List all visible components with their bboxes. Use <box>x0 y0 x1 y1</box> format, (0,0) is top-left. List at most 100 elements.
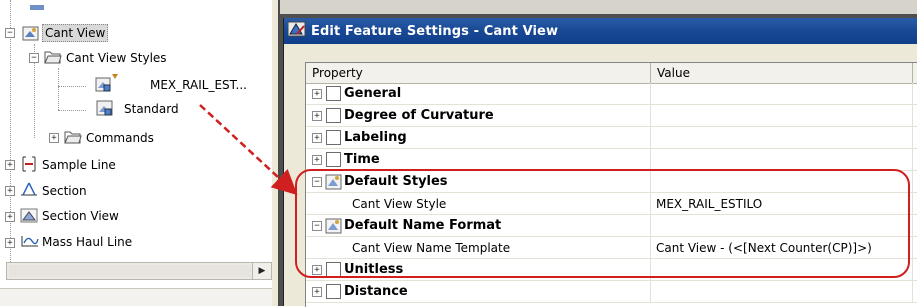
document-icon <box>326 262 341 277</box>
tree-bottom-strip <box>0 288 278 306</box>
cant-view-icon <box>30 0 46 14</box>
cant-view-icon <box>22 24 40 45</box>
column-divider <box>650 171 651 193</box>
column-divider <box>912 83 913 105</box>
property-label: Cant View Style <box>352 197 447 211</box>
mass-haul-icon <box>20 232 40 253</box>
document-icon <box>326 284 341 299</box>
section-view-icon <box>20 206 38 227</box>
expand-icon[interactable]: + <box>5 212 15 222</box>
expand-icon[interactable]: + <box>49 133 59 143</box>
column-divider <box>650 193 651 215</box>
tree-item-label: Section <box>42 184 87 198</box>
dialog-title: Edit Feature Settings - Cant View <box>311 23 559 39</box>
column-divider <box>650 83 651 105</box>
category-label: Degree of Curvature <box>344 108 494 123</box>
scrollbar-thumb[interactable] <box>9 265 251 277</box>
column-header-extra[interactable] <box>913 63 917 83</box>
category-row-distance[interactable]: + Distance <box>306 281 917 303</box>
tree-item-section[interactable]: Section <box>40 181 89 201</box>
property-value[interactable]: MEX_RAIL_ESTILO <box>656 197 762 211</box>
collapse-icon[interactable]: − <box>312 221 322 231</box>
property-row-cant-view-name-template[interactable]: Cant View Name Template Cant View - (<[N… <box>306 237 917 259</box>
column-divider <box>650 105 651 127</box>
column-divider <box>912 237 913 259</box>
category-label: Unitless <box>344 262 404 277</box>
expand-icon[interactable]: + <box>312 265 322 275</box>
property-row-cant-view-style[interactable]: Cant View Style MEX_RAIL_ESTILO <box>306 193 917 215</box>
section-icon <box>20 181 38 202</box>
collapse-icon[interactable]: − <box>5 28 15 38</box>
expand-icon[interactable]: + <box>5 238 15 248</box>
column-divider <box>650 237 651 259</box>
property-value[interactable]: Cant View - (<[Next Counter(CP)]>) <box>656 241 872 255</box>
collapse-icon[interactable]: − <box>29 53 39 63</box>
tree-item-standard[interactable]: Standard <box>122 99 181 119</box>
category-row-degree-of-curvature[interactable]: + Degree of Curvature <box>306 105 917 127</box>
tree-item-cant-view-styles[interactable]: Cant View Styles <box>64 48 169 68</box>
column-header-value[interactable]: Value <box>651 63 913 83</box>
document-icon <box>326 130 341 145</box>
column-divider <box>912 193 913 215</box>
column-divider <box>650 259 651 281</box>
tree-item-section-view[interactable]: Section View <box>40 206 121 226</box>
category-row-default-name-format[interactable]: − Default Name Format <box>306 215 917 237</box>
category-label: Distance <box>344 284 408 299</box>
sample-line-icon <box>20 155 38 176</box>
tree-item-label: Sample Line <box>42 158 116 172</box>
category-row-default-styles[interactable]: − Default Styles <box>306 171 917 193</box>
category-row-general[interactable]: + General <box>306 83 917 105</box>
column-divider <box>912 105 913 127</box>
tree-item-mex-rail-estilo[interactable]: MEX_RAIL_EST... <box>148 75 249 95</box>
column-divider <box>650 281 651 303</box>
expand-icon[interactable]: + <box>312 89 322 99</box>
column-header-property[interactable]: Property <box>306 63 651 83</box>
edit-feature-settings-dialog: Edit Feature Settings - Cant View Proper… <box>283 18 917 307</box>
tree-item-label: Cant View <box>42 24 109 42</box>
category-row-unitless[interactable]: + Unitless <box>306 259 917 281</box>
document-icon <box>326 152 341 167</box>
folder-icon <box>64 129 82 148</box>
style-sheet-icon <box>325 217 343 237</box>
app-icon <box>287 21 306 41</box>
expand-icon[interactable]: + <box>312 133 322 143</box>
grid-header: Property Value <box>306 63 917 84</box>
category-label: Labeling <box>344 130 407 145</box>
column-divider <box>912 259 913 281</box>
tree-line <box>58 86 86 87</box>
tree-item-sample-line[interactable]: Sample Line <box>40 155 118 175</box>
document-icon <box>326 86 341 101</box>
tree-line <box>10 0 11 262</box>
prospector-tree: − Cant View − Cant View Styles MEX_RAIL_… <box>0 0 278 306</box>
column-divider <box>650 127 651 149</box>
tree-item-label: Commands <box>86 131 154 145</box>
column-divider <box>650 149 651 171</box>
category-row-time[interactable]: + Time <box>306 149 917 171</box>
expand-icon[interactable]: + <box>312 155 322 165</box>
scroll-right-icon[interactable]: ▶ <box>252 263 271 279</box>
column-divider <box>912 215 913 237</box>
category-label: Default Name Format <box>344 218 502 233</box>
style-icon <box>96 99 116 120</box>
tree-horizontal-scrollbar[interactable]: ▶ <box>6 262 272 280</box>
tree-line <box>58 110 86 111</box>
expand-icon[interactable]: + <box>5 186 15 196</box>
expand-icon[interactable]: + <box>5 160 15 170</box>
property-grid: Property Value + General + Degree of Cur… <box>305 62 917 307</box>
tree-item-label: MEX_RAIL_EST... <box>150 78 247 92</box>
category-label: Default Styles <box>344 174 448 189</box>
expand-icon[interactable]: + <box>312 287 322 297</box>
folder-icon <box>44 49 62 68</box>
tree-item-commands[interactable]: Commands <box>84 128 156 148</box>
category-row-labeling[interactable]: + Labeling <box>306 127 917 149</box>
column-divider <box>912 281 913 303</box>
tree-item-label: Mass Haul Line <box>42 235 133 249</box>
expand-icon[interactable]: + <box>312 111 322 121</box>
column-divider <box>912 149 913 171</box>
collapse-icon[interactable]: − <box>312 177 322 187</box>
tree-item-mass-haul-line[interactable]: Mass Haul Line <box>40 232 134 252</box>
tree-item-cant-view[interactable]: Cant View <box>42 23 109 43</box>
dialog-titlebar[interactable]: Edit Feature Settings - Cant View <box>284 18 917 44</box>
style-icon <box>94 72 120 97</box>
background-toolbar <box>280 0 917 14</box>
